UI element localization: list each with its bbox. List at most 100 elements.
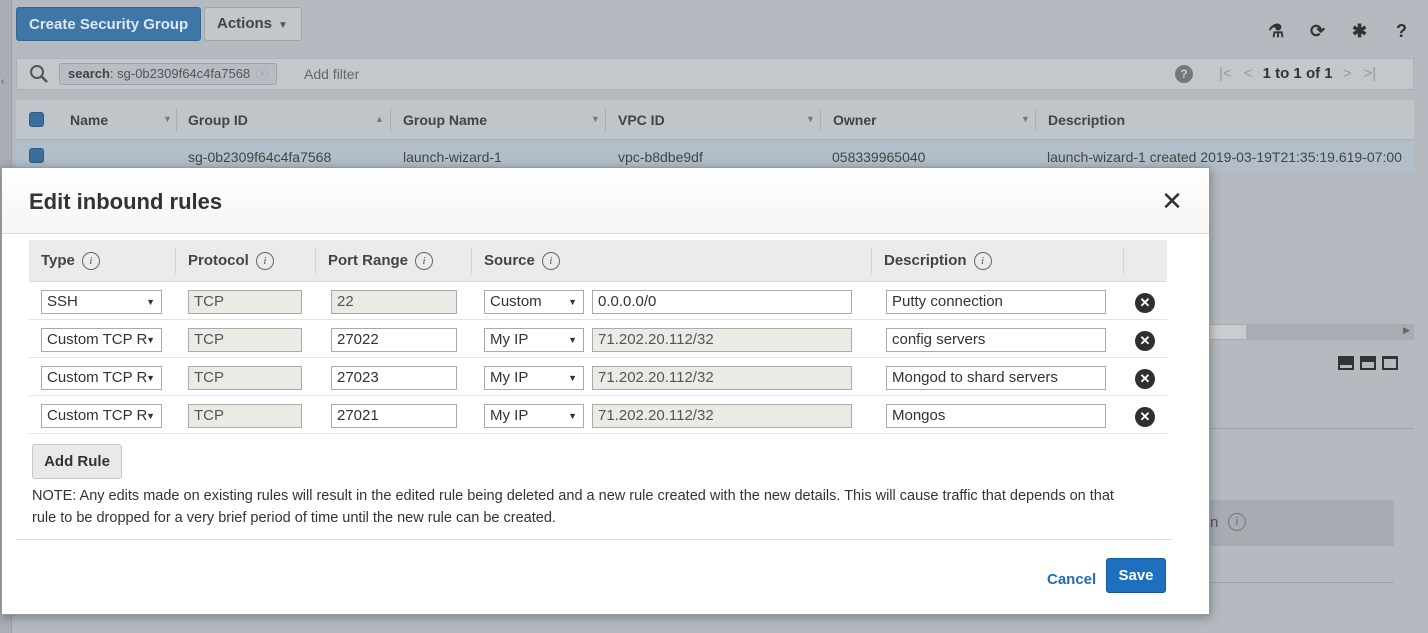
select-all-checkbox[interactable] [29,112,44,127]
source-type-select[interactable]: My IP ▼ [484,328,584,352]
sort-icon[interactable]: ▼ [1021,114,1030,124]
column-description[interactable]: Description [1048,112,1125,128]
source-type-select[interactable]: My IP ▼ [484,366,584,390]
type-select[interactable]: Custom TCP R ▼ [41,366,162,390]
header-description: Description i [884,252,992,270]
sort-icon[interactable]: ▼ [163,114,172,124]
sort-asc-icon[interactable]: ▲ [375,114,384,124]
port-range-input[interactable]: 27022 [331,328,457,352]
column-owner[interactable]: Owner [833,112,877,128]
add-filter-input[interactable]: Add filter [304,66,359,82]
source-type-select[interactable]: Custom ▼ [484,290,584,314]
type-value: Custom TCP R [47,369,148,386]
description-input[interactable]: config servers [886,328,1106,352]
help-icon[interactable]: ? [1396,21,1407,42]
header-type-label: Type [41,252,75,269]
scrollbar-thumb[interactable] [1210,325,1246,339]
info-icon[interactable]: i [255,252,274,270]
sort-icon[interactable]: ▼ [591,114,600,124]
rules-table-header: Type i Protocol i Port Range i Source i Desc… [29,240,1167,282]
edit-warning-note: NOTE: Any edits made on existing rules w… [32,488,1114,526]
description-input[interactable]: Mongos [886,404,1106,428]
column-vpc-id[interactable]: VPC ID [618,112,665,128]
prev-page-icon[interactable]: < [1244,65,1253,82]
column-name[interactable]: Name [70,112,108,128]
actions-button[interactable]: Actions ▼ [204,7,302,41]
refresh-icon[interactable]: ⟳ [1310,21,1325,42]
column-divider [315,248,316,274]
cell-group-id: sg-0b2309f64c4fa7568 [188,149,332,165]
type-value: Custom TCP R [47,407,148,424]
source-type-select[interactable]: My IP ▼ [484,404,584,428]
delete-rule-icon[interactable]: ✕ [1135,369,1155,389]
search-icon [30,65,48,83]
layout-split-icon[interactable] [1360,356,1376,370]
row-checkbox[interactable] [29,148,44,163]
cancel-button[interactable]: Cancel [1047,571,1096,588]
close-icon[interactable]: ✕ [1160,188,1184,214]
delete-rule-icon[interactable]: ✕ [1135,293,1155,313]
remove-token-icon[interactable]: ⓧ [256,67,268,81]
help-icon[interactable]: ? [1175,65,1193,83]
port-range-input[interactable]: 22 [331,290,457,314]
scroll-right-icon[interactable]: ▶ [1403,325,1410,336]
footer-divider [16,539,1172,540]
column-group-id[interactable]: Group ID [188,112,248,128]
last-page-icon[interactable]: >| [1364,65,1377,82]
dropdown-caret-icon: ▼ [568,373,577,383]
add-rule-button[interactable]: Add Rule [32,444,122,479]
column-divider [1035,108,1036,132]
port-range-input[interactable]: 27023 [331,366,457,390]
info-icon[interactable]: i [415,252,434,270]
first-page-icon[interactable]: |< [1219,65,1232,82]
type-select[interactable]: Custom TCP R ▼ [41,328,162,352]
header-port-range-label: Port Range [328,252,409,269]
info-icon[interactable]: i [973,252,992,270]
layout-toggle [1338,356,1404,373]
port-range-input[interactable]: 27021 [331,404,457,428]
next-page-icon[interactable]: > [1343,65,1352,82]
rule-row: Custom TCP R ▼ TCP 27021 My IP ▼ 71.202.20… [29,396,1167,434]
pagination: |< < 1 to 1 of 1 > >| [1213,65,1382,82]
divider [1210,428,1414,429]
horizontal-scrollbar[interactable]: ▶ [1210,324,1414,340]
info-icon[interactable]: i [1228,513,1246,531]
layout-full-icon[interactable] [1382,356,1398,370]
cell-vpc-id: vpc-b8dbe9df [618,149,703,165]
cell-description: launch-wizard-1 created 2019-03-19T21:35… [1047,149,1402,165]
dropdown-caret-icon: ▼ [146,373,155,383]
collapse-arrow-icon[interactable]: ‹ [1,76,4,87]
protocol-field: TCP [188,366,302,390]
info-icon[interactable]: i [81,252,100,270]
description-input[interactable]: Mongod to shard servers [886,366,1106,390]
column-group-name[interactable]: Group Name [403,112,487,128]
type-value: Custom TCP R [47,331,148,348]
layout-bottom-icon[interactable] [1338,356,1354,370]
cell-owner: 058339965040 [832,149,926,165]
search-filter-token[interactable]: search: sg-0b2309f64c4fa7568 ⓧ [59,63,278,85]
dialog-header: Edit inbound rules ✕ [2,168,1209,234]
flask-icon[interactable]: ⚗ [1268,21,1284,42]
type-select[interactable]: Custom TCP R ▼ [41,404,162,428]
header-description-label: Description [884,252,967,269]
rule-row: Custom TCP R ▼ TCP 27022 My IP ▼ 71.202.20… [29,320,1167,358]
source-cidr-input[interactable]: 0.0.0.0/0 [592,290,852,314]
type-select[interactable]: SSH ▼ [41,290,162,314]
description-input[interactable]: Putty connection [886,290,1106,314]
header-source-label: Source [484,252,535,269]
delete-rule-icon[interactable]: ✕ [1135,331,1155,351]
save-button[interactable]: Save [1106,558,1166,593]
create-security-group-button[interactable]: Create Security Group [16,7,202,41]
info-icon[interactable]: i [541,252,560,270]
sort-icon[interactable]: ▼ [806,114,815,124]
gear-icon[interactable]: ✱ [1352,21,1367,42]
delete-rule-icon[interactable]: ✕ [1135,407,1155,427]
dropdown-caret-icon: ▼ [568,297,577,307]
header-type: Type i [41,252,100,270]
column-divider [390,108,391,132]
dropdown-caret-icon: ▼ [146,411,155,421]
protocol-field: TCP [188,290,302,314]
column-divider [1123,248,1124,274]
filter-bar: search: sg-0b2309f64c4fa7568 ⓧ Add filter… [16,58,1414,90]
rule-row: SSH ▼ TCP 22 Custom ▼ 0.0.0.0/0 Putty conn… [29,282,1167,320]
